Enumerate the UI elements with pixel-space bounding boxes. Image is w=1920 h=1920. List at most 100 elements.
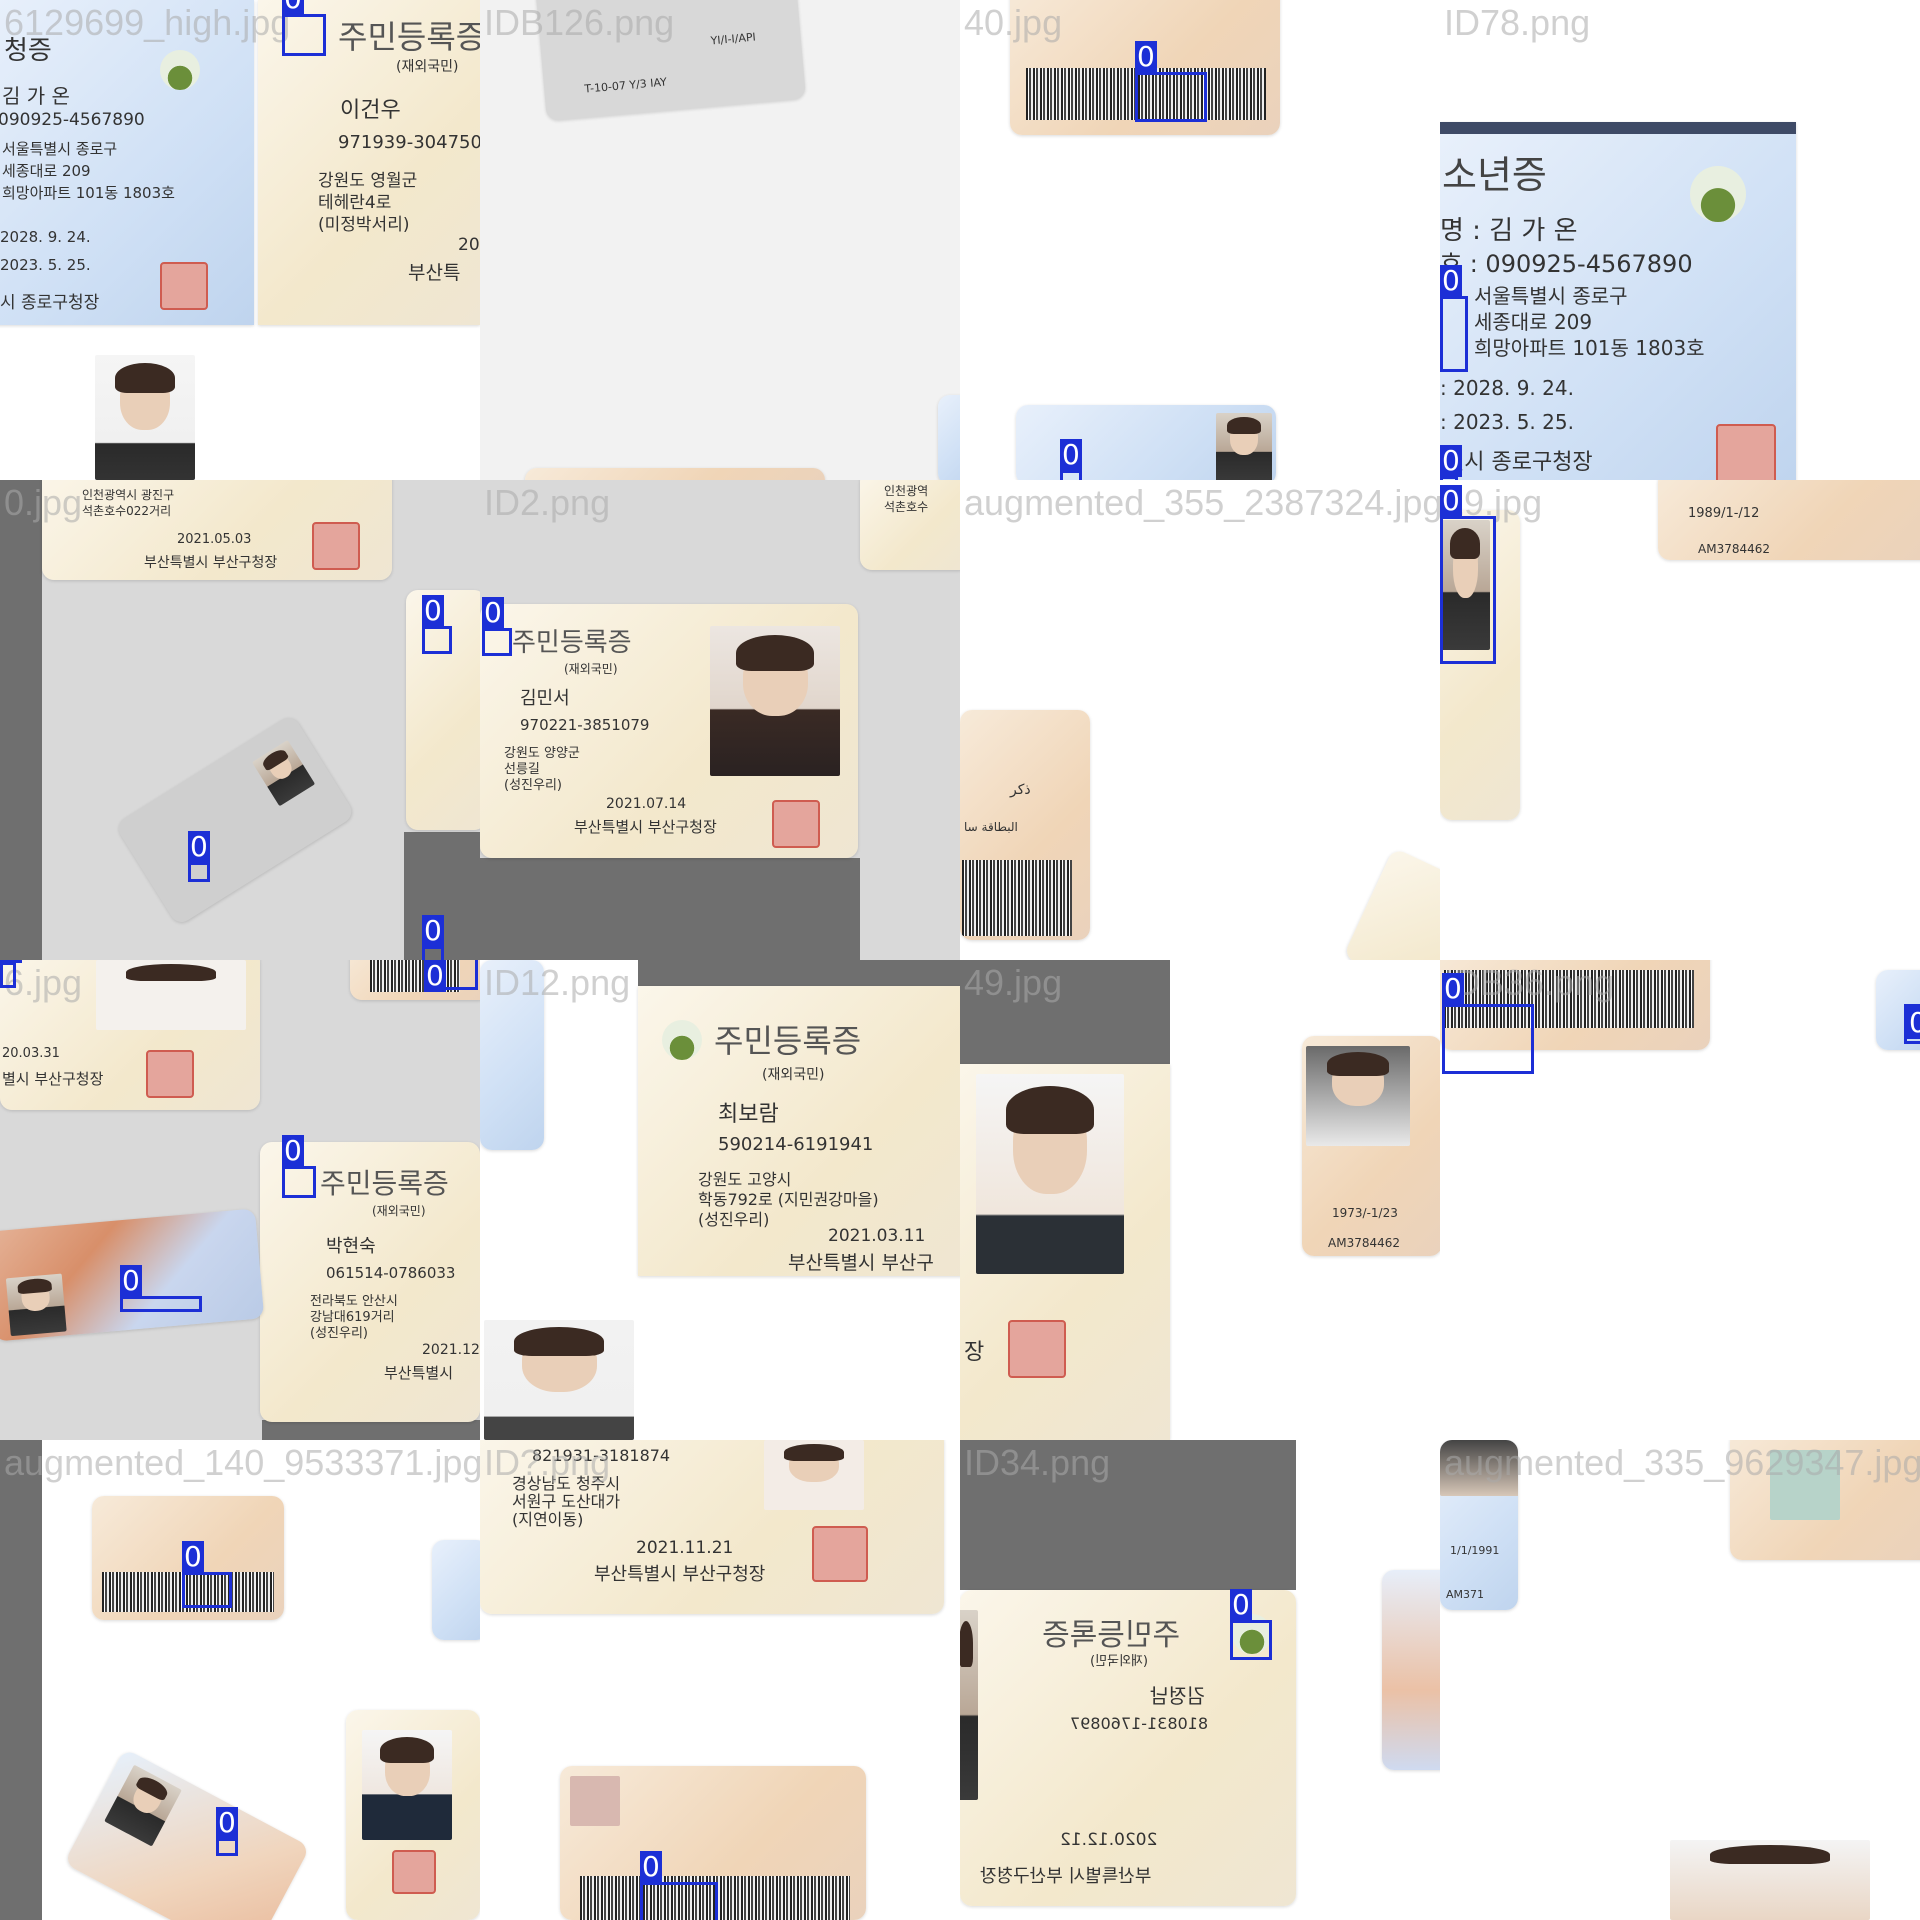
rotated-id-card bbox=[63, 1748, 311, 1920]
card-address-line: 서울특별시 종로구 bbox=[2, 140, 118, 158]
filename-label: ID78.png bbox=[1444, 2, 1591, 43]
card-date: 20.03.31 bbox=[2, 1046, 60, 1061]
filename-label: IDB36.png bbox=[1444, 962, 1615, 1003]
detection-box: 0 bbox=[422, 595, 452, 654]
card-date: T-10-07 Y/3 IAY bbox=[583, 75, 668, 96]
detection-box: 0 bbox=[640, 1851, 718, 1920]
card-issuer: 장 bbox=[964, 1340, 985, 1365]
card-date: 20 bbox=[458, 235, 480, 255]
padding-bar bbox=[480, 858, 860, 960]
portrait-photo bbox=[251, 739, 316, 807]
filename-label: ID12.png bbox=[484, 962, 631, 1003]
detection-box: 0 bbox=[1135, 41, 1207, 122]
card-issuer: 부산특 bbox=[408, 262, 461, 284]
detection-box: 0 bbox=[188, 831, 210, 882]
resident-id-card: 주민등록증 (재외국민) 김민서 970221-3851079 강원도 양양군 … bbox=[480, 604, 858, 858]
partial-card bbox=[432, 1540, 480, 1640]
card-id-number: 호 : 090925-4567890 bbox=[1440, 250, 1693, 278]
tile-3: 소년증 명 : 김 가 온 호 : 090925-4567890 서울특별시 종… bbox=[1440, 0, 1920, 480]
sprout-icon bbox=[1690, 166, 1746, 222]
card-title: 주민등록증 bbox=[338, 18, 480, 56]
card-date: 2023. 5. 25. bbox=[0, 256, 91, 274]
class-label: 0 bbox=[216, 1806, 238, 1839]
detection-box: 0 bbox=[1060, 439, 1082, 480]
filename-label: 0.jpg bbox=[4, 482, 83, 523]
tile-15: 1/1/1991 AM371 augmented_335_9629347.jpg bbox=[1440, 1440, 1920, 1920]
tile-11: 0 0 IDB36.png bbox=[1440, 960, 1920, 1440]
seal-stamp bbox=[160, 262, 208, 310]
card-serial: AM3784462 bbox=[1698, 542, 1771, 556]
detection-box: 0 bbox=[1442, 973, 1534, 1074]
card-date: 2028. 9. 24. bbox=[0, 228, 91, 246]
card-address-line: 석촌호수 bbox=[884, 500, 929, 514]
filename-label: augmented_355_2387324.jpg bbox=[964, 482, 1440, 523]
card-issuer: 부산특별시 부산구 bbox=[788, 1252, 934, 1274]
class-label: 0 bbox=[282, 1134, 304, 1167]
detection-box: 0 bbox=[216, 1807, 238, 1856]
tile-5: 주민등록증 (재외국민) 김민서 970221-3851079 강원도 양양군 … bbox=[480, 480, 960, 960]
sprout-icon bbox=[160, 50, 200, 90]
card-date: 2021.12 bbox=[422, 1342, 480, 1358]
card-date: 2021.07.14 bbox=[606, 796, 687, 812]
class-label: 0 bbox=[1060, 438, 1082, 471]
tile-6: ذكر البطاقة سا augmented_355_2387324.jpg bbox=[960, 480, 1440, 960]
seal-stamp bbox=[1716, 424, 1776, 480]
card-name: 김민서 bbox=[520, 688, 570, 709]
card-address-line: 인천광역시 광진구 bbox=[82, 488, 175, 502]
portrait-photo bbox=[976, 1074, 1124, 1274]
tile-12: 0 0 augmented_140_9533371.jpg bbox=[0, 1440, 480, 1920]
egyptian-id-front bbox=[1016, 405, 1276, 480]
class-label: 0 bbox=[120, 1264, 142, 1297]
card-issuer: 부산특별시 부산구청장 bbox=[594, 1564, 766, 1585]
tile-14: 주민등록증 (재외국민) 김정남 810831-1760897 부산특별시 부산… bbox=[960, 1440, 1440, 1920]
filename-label: 49.jpg bbox=[964, 962, 1063, 1003]
egyptian-id-card: 1973/-1/23 AM3784462 bbox=[1302, 1036, 1440, 1256]
card-address-line: (미정박서리) bbox=[318, 215, 410, 235]
detection-box: 0 bbox=[120, 1265, 202, 1312]
partial-card bbox=[1382, 1570, 1440, 1770]
detection-box: 0 bbox=[424, 960, 478, 992]
card-address-line: 희망아파트 101동 1803호 bbox=[2, 184, 175, 202]
card-serial: AM3784462 bbox=[1328, 1236, 1401, 1250]
card-name: 김 가 온 bbox=[2, 84, 70, 108]
class-label: 0 bbox=[188, 830, 210, 863]
tile-0: 청증 김 가 온 090925-4567890 서울특별시 종로구 세종대로 2… bbox=[0, 0, 480, 480]
card-issuer: 부산특별시 bbox=[384, 1364, 454, 1382]
portrait-photo bbox=[5, 1273, 67, 1337]
card-address-line: (지연이동) bbox=[512, 1510, 584, 1529]
card-issuer: 별시 종로구청장 bbox=[1444, 450, 1593, 475]
tile-13: 821931-3181874 경상남도 청주시 서원구 도산대가 (지연이동) … bbox=[480, 1440, 960, 1920]
card-issuer: 부산특별시 부산구청장 bbox=[980, 1866, 1152, 1887]
card-address-line: 인천광역 bbox=[884, 484, 929, 498]
card-id-number: 971939-304750 bbox=[338, 132, 480, 153]
card-title: 주민등록증 bbox=[320, 1167, 449, 1200]
class-label: 0 bbox=[640, 1850, 662, 1883]
filename-label: augmented_335_9629347.jpg bbox=[1444, 1442, 1920, 1483]
tile-7: 1989/1-/12 AM3784462 0 29.jpg bbox=[1440, 480, 1920, 960]
partial-card: 인천광역 석촌호수 bbox=[860, 480, 960, 570]
portrait-photo bbox=[96, 960, 246, 1030]
padding-bar bbox=[0, 1440, 42, 1920]
barcode bbox=[962, 860, 1072, 936]
card-address-line: 세종대로 209 bbox=[2, 162, 91, 180]
class-label: 0 bbox=[1440, 264, 1462, 297]
class-label: 0 bbox=[1440, 444, 1462, 477]
detection-box: 0 bbox=[1230, 1589, 1272, 1660]
class-label: 0 bbox=[1230, 1588, 1252, 1621]
seal-stamp bbox=[392, 1850, 436, 1894]
card-serial: AM371 bbox=[1446, 1588, 1485, 1601]
card-subtitle: (재외국민) bbox=[396, 59, 459, 75]
hologram bbox=[570, 1776, 620, 1826]
seal-stamp bbox=[312, 522, 360, 570]
tile-8: 20.03.31 별시 부산구청장 주민등록증 (재외국민) 박현숙 06151… bbox=[0, 960, 480, 1440]
resident-id-card: 장 bbox=[960, 1064, 1170, 1440]
detection-box: 0 bbox=[422, 915, 444, 960]
card-gender: ذكر bbox=[1010, 782, 1031, 798]
card-id-number: 090925-4567890 bbox=[0, 110, 145, 130]
class-label: 0 bbox=[424, 960, 446, 992]
class-label: 0 bbox=[482, 596, 504, 629]
card-subtitle: (재외국민) bbox=[762, 1067, 825, 1083]
card-date: 2021.05.03 bbox=[177, 532, 252, 547]
card-date: 1989/1-/12 bbox=[1688, 506, 1760, 521]
card-date: 2020.12.12 bbox=[1060, 1830, 1158, 1850]
